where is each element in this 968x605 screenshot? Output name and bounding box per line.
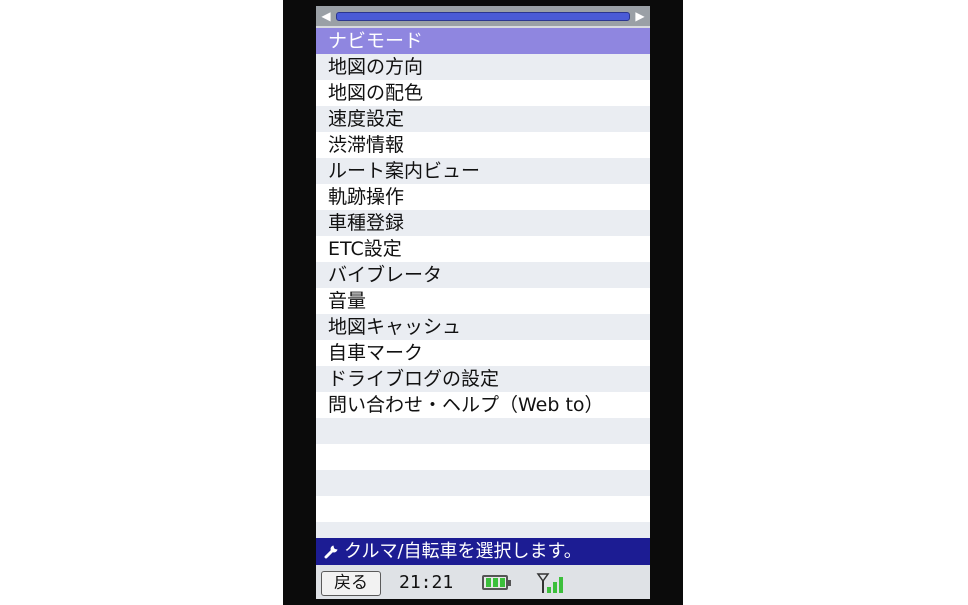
horizontal-scrollbar[interactable]: ◀ ▶ [316,6,650,28]
scroll-left-arrow-icon[interactable]: ◀ [319,9,333,23]
scrollbar-thumb[interactable] [336,12,630,21]
menu-item-car-mark[interactable]: 自車マーク [316,340,650,366]
scroll-right-arrow-icon[interactable]: ▶ [633,9,647,23]
menu-item-route-guide-view[interactable]: ルート案内ビュー [316,158,650,184]
menu-item-traffic-info[interactable]: 渋滞情報 [316,132,650,158]
menu-item-track-operation[interactable]: 軌跡操作 [316,184,650,210]
menu-item-drive-log-setting[interactable]: ドライブログの設定 [316,366,650,392]
menu-item-navi-mode[interactable]: ナビモード [316,28,650,54]
battery-icon [482,575,511,590]
menu-item-help-inquiry[interactable]: 問い合わせ・ヘルプ（Web to） [316,392,650,418]
settings-menu: ナビモード 地図の方向 地図の配色 速度設定 渋滞情報 ルート案内ビュー 軌跡操… [316,28,650,538]
menu-item-map-cache[interactable]: 地図キャッシュ [316,314,650,340]
menu-item-map-color[interactable]: 地図の配色 [316,80,650,106]
clock: 21:21 [399,572,454,593]
menu-item-vehicle-registration[interactable]: 車種登録 [316,210,650,236]
menu-item-volume[interactable]: 音量 [316,288,650,314]
menu-item-speed-setting[interactable]: 速度設定 [316,106,650,132]
signal-icon [536,573,563,593]
hint-text: クルマ/自転車を選択します。 [344,541,582,562]
wrench-icon [320,538,344,565]
back-button[interactable]: 戻る [321,571,381,596]
menu-item-etc-setting[interactable]: ETC設定 [316,236,650,262]
menu-item-map-direction[interactable]: 地図の方向 [316,54,650,80]
menu-item-vibrator[interactable]: バイブレータ [316,262,650,288]
hint-bar: クルマ/自転車を選択します。 [316,538,650,565]
phone-screen: ◀ ▶ ナビモード 地図の方向 地図の配色 速度設定 渋滞情報 ルート案内ビュー… [316,6,650,599]
status-bar: 戻る 21:21 [316,565,650,599]
